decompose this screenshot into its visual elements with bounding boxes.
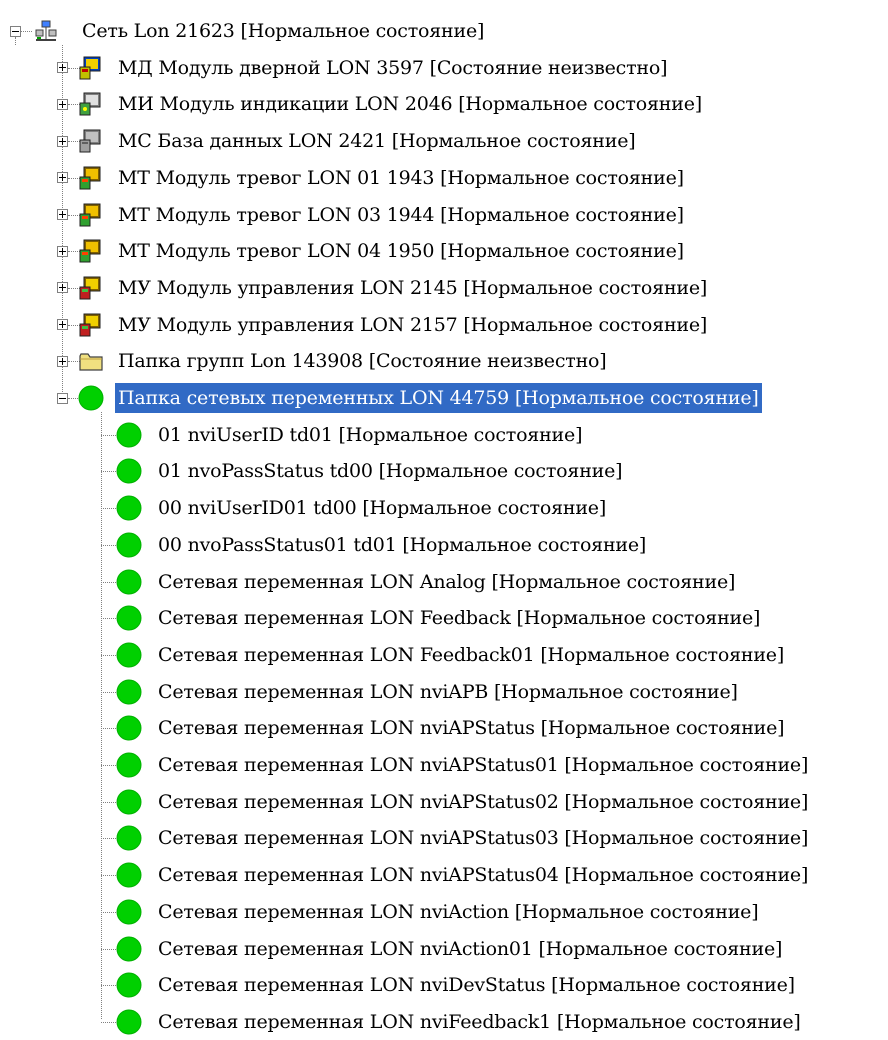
tree-variable[interactable]: Сетевая переменная LON nviAPStatus03 [Но…: [155, 823, 811, 853]
tree-variable[interactable]: 01 nvoPassStatus td00 [Нормальное состоя…: [155, 456, 625, 486]
network-icon: [33, 18, 59, 44]
tree-line: [101, 412, 102, 1019]
door-module-icon: [78, 55, 104, 81]
status-ok-icon: [116, 605, 142, 631]
tree-node[interactable]: МС База данных LON 2421 [Нормальное сост…: [115, 126, 638, 156]
alarm-module-icon: [78, 202, 104, 228]
expand-toggle[interactable]: [56, 282, 68, 294]
indication-module-icon: [78, 91, 104, 117]
status-ok-icon: [116, 715, 142, 741]
status-ok-icon: [116, 422, 142, 448]
status-ok-icon: [116, 458, 142, 484]
tree-node[interactable]: МУ Модуль управления LON 2157 [Нормально…: [115, 310, 710, 340]
tree-variable[interactable]: Сетевая переменная LON Feedback01 [Норма…: [155, 640, 787, 670]
control-module-icon: [78, 312, 104, 338]
tree-variable[interactable]: Сетевая переменная LON Analog [Нормально…: [155, 567, 738, 597]
expand-toggle[interactable]: [56, 355, 68, 367]
control-module-icon: [78, 275, 104, 301]
collapse-toggle[interactable]: [9, 25, 21, 37]
folder-icon: [78, 348, 104, 374]
tree-variable[interactable]: Сетевая переменная LON nviAPStatus02 [Но…: [155, 787, 811, 817]
status-ok-icon: [78, 385, 104, 411]
status-ok-icon: [116, 972, 142, 998]
expand-toggle[interactable]: [56, 62, 68, 74]
tree-node[interactable]: МД Модуль дверной LON 3597 [Состояние не…: [115, 53, 670, 83]
tree-variable[interactable]: 00 nviUserID01 td00 [Нормальное состояни…: [155, 493, 609, 523]
tree-node[interactable]: МИ Модуль индикации LON 2046 [Нормальное…: [115, 89, 705, 119]
tree-line: [15, 37, 16, 45]
expand-toggle[interactable]: [56, 319, 68, 331]
tree-variable[interactable]: Сетевая переменная LON nviAPStatus [Норм…: [155, 713, 787, 743]
collapse-toggle[interactable]: [56, 392, 68, 404]
tree-variable[interactable]: Сетевая переменная LON nviAction01 [Норм…: [155, 934, 785, 964]
tree-node[interactable]: МТ Модуль тревог LON 04 1950 [Нормальное…: [115, 236, 687, 266]
expand-toggle[interactable]: [56, 98, 68, 110]
expand-toggle[interactable]: [56, 172, 68, 184]
alarm-module-icon: [78, 238, 104, 264]
status-ok-icon: [116, 642, 142, 668]
status-ok-icon: [116, 679, 142, 705]
tree-variable[interactable]: Сетевая переменная LON nviAPStatus01 [Но…: [155, 750, 811, 780]
database-module-icon: [78, 128, 104, 154]
tree-variable[interactable]: Сетевая переменная LON nviDevStatus [Нор…: [155, 970, 798, 1000]
status-ok-icon: [116, 569, 142, 595]
status-ok-icon: [116, 899, 142, 925]
status-ok-icon: [116, 862, 142, 888]
tree-variable[interactable]: Сетевая переменная LON nviAPStatus04 [Но…: [155, 860, 811, 890]
tree-variable[interactable]: Сетевая переменная LON Feedback [Нормаль…: [155, 603, 763, 633]
status-ok-icon: [116, 825, 142, 851]
status-ok-icon: [116, 1009, 142, 1035]
expand-toggle[interactable]: [56, 245, 68, 257]
expand-toggle[interactable]: [56, 135, 68, 147]
tree-node[interactable]: МТ Модуль тревог LON 01 1943 [Нормальное…: [115, 163, 687, 193]
status-ok-icon: [116, 789, 142, 815]
tree-root-label[interactable]: Сеть Lon 21623 [Нормальное состояние]: [79, 16, 487, 46]
status-ok-icon: [116, 495, 142, 521]
expand-toggle[interactable]: [56, 209, 68, 220]
tree-node[interactable]: МТ Модуль тревог LON 03 1944 [Нормальное…: [115, 200, 687, 230]
status-ok-icon: [116, 936, 142, 962]
alarm-module-icon: [78, 165, 104, 191]
tree-variable[interactable]: Сетевая переменная LON nviFeedback1 [Нор…: [155, 1007, 804, 1037]
tree-node[interactable]: Папка групп Lon 143908 [Состояние неизве…: [115, 346, 610, 376]
status-ok-icon: [116, 532, 142, 558]
tree-variable[interactable]: 00 nvoPassStatus01 td01 [Нормальное сост…: [155, 530, 649, 560]
tree-variable[interactable]: Сетевая переменная LON nviAction [Нормал…: [155, 897, 761, 927]
device-tree[interactable]: Сеть Lon 21623 [Нормальное состояние] МД …: [0, 0, 888, 1035]
tree-variable[interactable]: Сетевая переменная LON nviAPB [Нормально…: [155, 677, 741, 707]
tree-variable[interactable]: 01 nviUserID td01 [Нормальное состояние]: [155, 420, 585, 450]
tree-node[interactable]: МУ Модуль управления LON 2145 [Нормально…: [115, 273, 710, 303]
tree-line: [21, 31, 32, 32]
tree-node-selected[interactable]: Папка сетевых переменных LON 44759 [Норм…: [115, 383, 762, 413]
status-ok-icon: [116, 752, 142, 778]
